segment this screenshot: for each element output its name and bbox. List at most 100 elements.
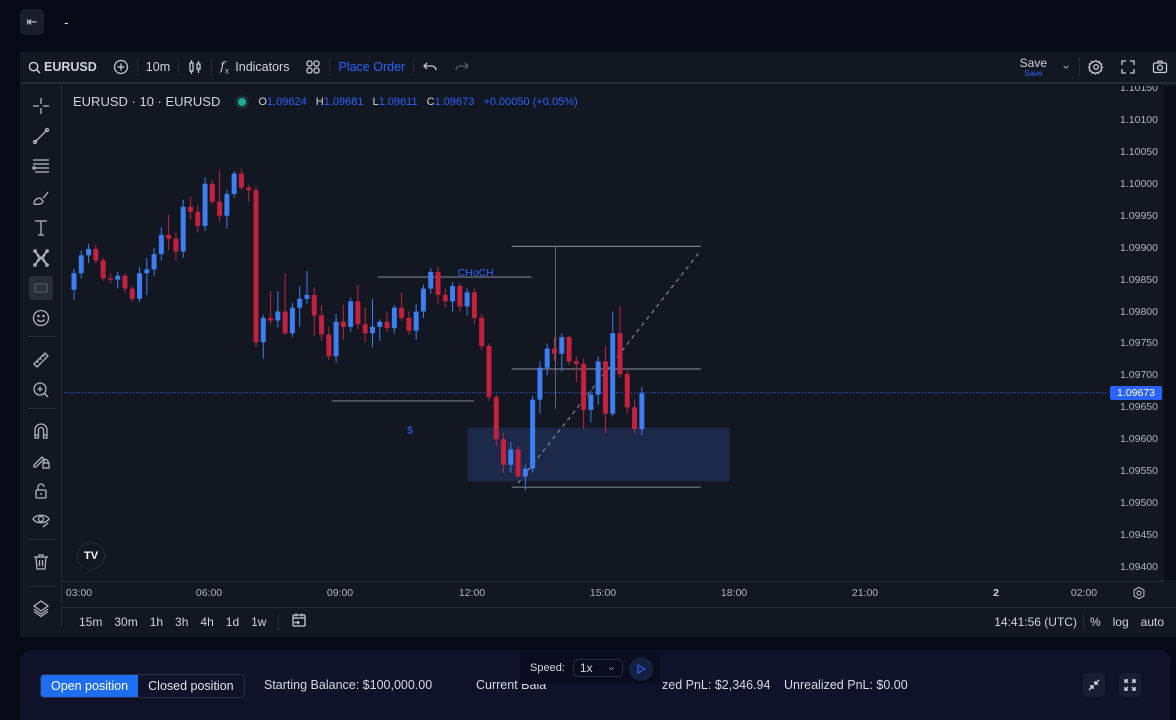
candle-body [610,333,616,414]
unrealized-pnl: Unrealized PnL: $0.00 [784,678,908,692]
tool-lock-drawings[interactable] [29,449,53,473]
templates-button[interactable] [297,52,329,82]
timeframe-4h[interactable]: 4h [194,615,219,629]
price-tick-label: 1.10050 [1120,145,1158,158]
tool-emoji[interactable] [29,306,53,330]
candle-body [93,248,99,261]
candle-body [231,173,237,195]
redo-button[interactable] [446,52,478,82]
candlestick-chart[interactable]: CHoCH $ [64,86,1108,580]
price-tick-label: 1.09500 [1120,497,1158,510]
compare-symbol-button[interactable] [105,52,137,82]
interval-button[interactable]: 10m [138,52,178,82]
candle-body [180,206,186,252]
low-label: L [372,95,379,108]
candle-body [442,294,448,302]
price-scale[interactable]: 1.10150 1.10100 1.10050 1.10000 1.09950 1.099… [1108,86,1164,580]
candle-body [340,321,346,327]
tool-magnet[interactable] [29,419,53,443]
auto-scale-toggle[interactable]: auto [1135,615,1170,629]
candle-body [530,399,536,469]
candle-body [122,275,128,289]
indicators-button[interactable]: fx Indicators [212,52,297,82]
timeframe-1h[interactable]: 1h [144,615,169,629]
candle-body [333,321,339,357]
speed-value: 1x [579,661,593,675]
tool-brush[interactable] [29,186,53,210]
candle-body [195,211,201,226]
time-scale[interactable]: 03:00 06:00 09:00 12:00 15:00 18:00 21:00 2 02:0… [62,581,1164,605]
timeframe-15m[interactable]: 15m [73,615,108,629]
tool-fib-retracement[interactable] [29,154,53,178]
minimize-panel-button[interactable] [1083,673,1105,697]
play-button[interactable] [629,657,653,681]
log-scale-toggle[interactable]: log [1107,615,1135,629]
tool-crosshair[interactable] [29,94,53,118]
tool-divider [28,408,56,409]
percent-scale-toggle[interactable]: % [1084,615,1107,629]
chart-type-button[interactable] [179,52,211,82]
candle-body [144,269,150,274]
time-scale-settings-button[interactable] [1132,586,1148,602]
tradingview-logo[interactable]: TV [77,542,105,570]
fullscreen-button[interactable] [1112,52,1144,82]
candle-body [515,449,521,477]
chart-pane[interactable]: CHoCH $ EURUSD · 10 · EURUSD O1.09624 H1.… [64,86,1108,580]
screenshot-button[interactable] [1144,52,1176,82]
candle-body [428,271,434,289]
expand-icon [1124,679,1136,691]
speed-select[interactable]: 1x [572,659,623,677]
tool-layers[interactable] [29,596,53,620]
candle-body [129,288,135,299]
clock-readout[interactable]: 14:41:56 (UTC) [988,615,1083,629]
liquidity-label: $ [407,424,413,436]
candle-body [464,292,470,307]
close-value: 1.09673 [434,95,475,108]
candle-body [173,238,179,252]
high-value: 1.09681 [323,95,364,108]
time-tick-label: 18:00 [720,587,748,599]
price-tick-label: 1.09750 [1120,337,1158,350]
settings-button[interactable] [1080,52,1112,82]
tool-divider [28,336,56,337]
back-button[interactable]: ⇤ [20,9,44,35]
choch-label: CHoCH [458,267,494,279]
low-value: 1.09611 [378,95,418,108]
price-tick-label: 1.09900 [1120,241,1158,254]
page-title: - [64,14,69,30]
open-label: O [258,95,267,108]
high-label: H [315,95,324,108]
tool-trash[interactable] [29,550,53,574]
candle-body [304,294,310,299]
tool-ruler[interactable] [29,348,53,372]
undo-button[interactable] [414,52,446,82]
tool-shapes[interactable] [29,276,53,300]
candle-body [217,201,223,216]
fullscreen-icon [1121,60,1135,74]
tool-trend-line[interactable] [29,124,53,148]
tool-pattern[interactable] [29,246,53,270]
place-order-button[interactable]: Place Order [330,52,413,82]
last-price-tag: 1.09673 [1110,385,1162,400]
tab-closed-position[interactable]: Closed position [138,675,244,697]
timeframe-1w[interactable]: 1w [245,615,272,629]
play-icon [637,663,646,675]
maximize-panel-button[interactable] [1119,673,1141,697]
timeframe-3h[interactable]: 3h [169,615,194,629]
candle-body [581,363,587,410]
price-tick-label: 1.09600 [1120,433,1158,446]
chevron-down-icon [1063,65,1069,69]
go-to-date-button[interactable] [285,612,313,631]
tool-eye[interactable] [29,508,53,532]
tool-unlock[interactable] [29,479,53,503]
symbol-search-button[interactable]: EURUSD [20,52,105,82]
tool-text[interactable] [29,216,53,240]
timeframe-30m[interactable]: 30m [108,615,143,629]
tool-zoom-in[interactable] [29,378,53,402]
candle-body [275,311,281,321]
save-menu-button[interactable] [1053,52,1079,82]
tab-open-position[interactable]: Open position [41,675,139,697]
timeframe-1d[interactable]: 1d [220,615,245,629]
time-tick-label: 12:00 [458,587,486,599]
save-button[interactable]: Save Save [1014,57,1053,78]
